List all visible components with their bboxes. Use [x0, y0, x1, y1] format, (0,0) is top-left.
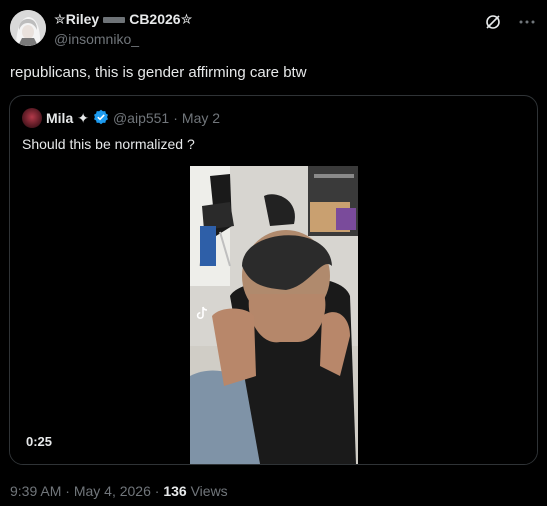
tweet-text: republicans, this is gender affirming ca…	[10, 64, 307, 81]
quoted-name-suffix: ✦	[77, 109, 89, 126]
author-avatar[interactable]	[10, 10, 46, 46]
tweet: ✮Riley CB2026✮ @insomniko_ republicans, …	[0, 0, 547, 506]
grok-icon[interactable]	[483, 12, 503, 32]
quoted-avatar[interactable]	[22, 108, 42, 128]
views-count: 136	[163, 483, 187, 499]
meta-separator: ·	[65, 483, 74, 499]
quoted-author-name[interactable]: Mila	[46, 110, 73, 126]
video-player[interactable]: 0:25	[10, 166, 537, 464]
quoted-header: Mila ✦ @aip551 · May 2	[22, 108, 220, 128]
video-duration: 0:25	[22, 433, 57, 450]
quoted-handle[interactable]: @aip551	[113, 110, 169, 126]
author-handle[interactable]: @insomniko_	[54, 31, 139, 47]
author-name-first: ✮Riley	[54, 11, 100, 27]
quoted-separator: ·	[173, 110, 178, 126]
quoted-text: Should this be normalized ?	[22, 136, 195, 152]
quoted-tweet[interactable]: Mila ✦ @aip551 · May 2 Should this be no…	[9, 95, 538, 465]
name-emoji-icon	[103, 16, 126, 23]
verified-badge-icon	[93, 109, 109, 128]
author-name[interactable]: ✮Riley CB2026✮	[54, 11, 192, 28]
tiktok-watermark-icon	[196, 306, 208, 320]
more-icon[interactable]	[517, 12, 537, 32]
tweet-meta: 9:39 AM · May 4, 2026 · 136 Views	[10, 483, 228, 499]
quoted-date[interactable]: May 2	[182, 110, 220, 126]
tweet-time[interactable]: 9:39 AM	[10, 483, 61, 499]
tweet-actions	[483, 12, 537, 32]
tweet-date[interactable]: May 4, 2026	[74, 483, 151, 499]
video-thumbnail[interactable]	[190, 166, 358, 464]
author-name-second: CB2026✮	[129, 11, 193, 27]
views-label: Views	[190, 483, 228, 499]
